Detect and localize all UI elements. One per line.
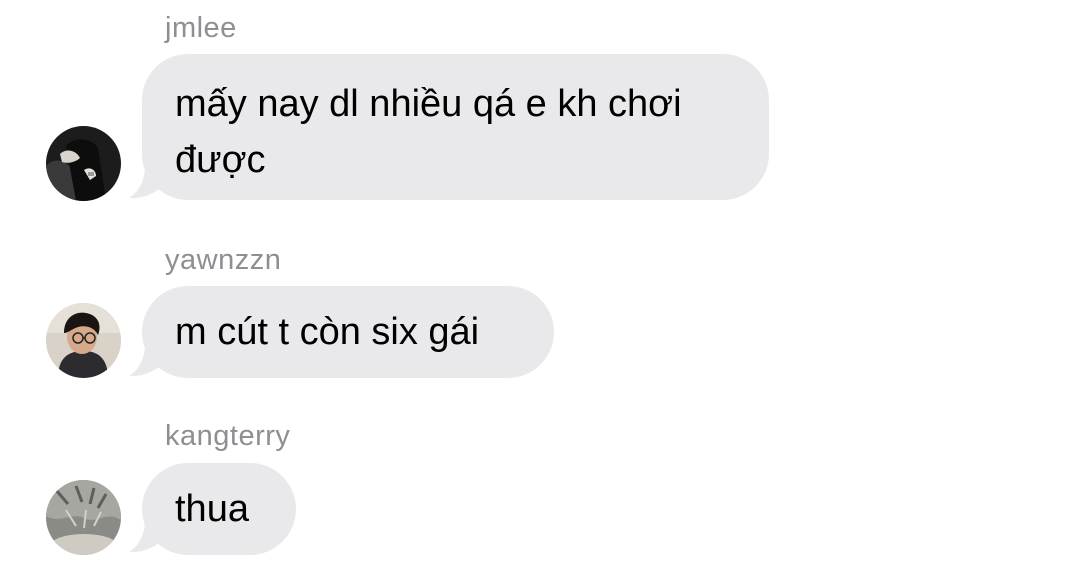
avatar[interactable] [46,480,121,555]
sender-name: kangterry [165,420,291,452]
message-group-kangterry: kangterry thua [0,0,1080,582]
chat-thread: jmlee mấy nay dl nhiều qá e kh chơi được… [0,0,1080,582]
gray-pattern-avatar-icon [46,480,121,555]
message-bubble[interactable]: thua [142,463,296,555]
message-text: thua [175,488,249,530]
